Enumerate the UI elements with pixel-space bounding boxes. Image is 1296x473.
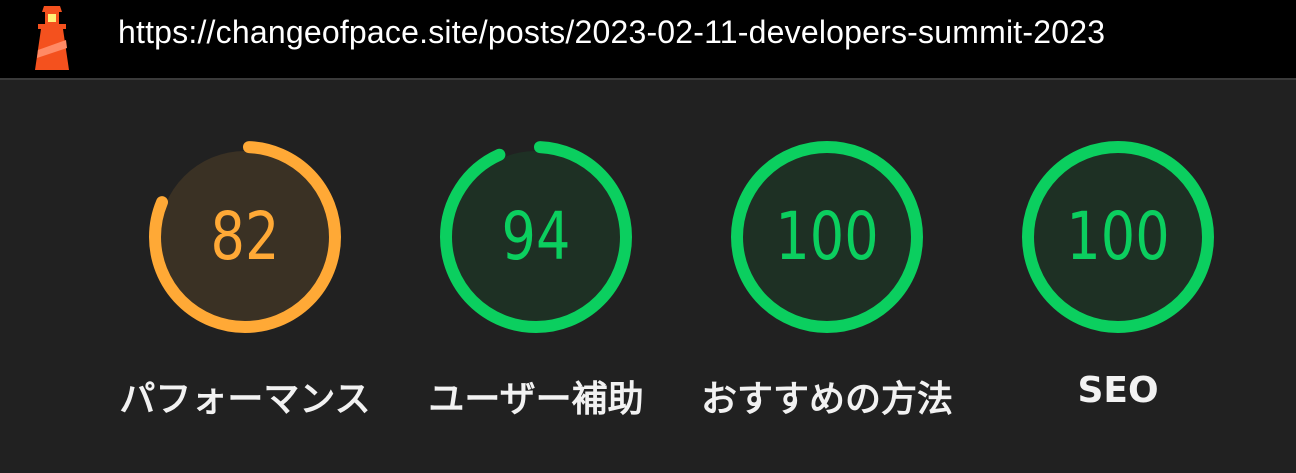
page-url: https://changeofpace.site/posts/2023-02-… [118, 14, 1106, 50]
gauge-score: 82 [210, 198, 280, 275]
gauge-label: パフォーマンス [119, 379, 371, 420]
gauge-seo[interactable]: 100 SEO [988, 80, 1248, 473]
url-bar: https://changeofpace.site/posts/2023-02-… [0, 0, 1296, 80]
gauge-score: 94 [501, 198, 571, 275]
gauge-label: SEO [1077, 370, 1159, 411]
gauge-performance[interactable]: 82 パフォーマンス [115, 80, 375, 473]
gauge-score: 100 [1066, 198, 1170, 275]
gauge-label: ユーザー補助 [428, 379, 644, 420]
gauge-score: 100 [775, 198, 879, 275]
gauge-label: おすすめの方法 [700, 379, 953, 420]
lighthouse-icon [35, 6, 69, 70]
score-gauges: 82 パフォーマンス 94 ユーザー補助 100 おすすめの方法 100 SEO [0, 80, 1296, 473]
gauge-accessibility[interactable]: 94 ユーザー補助 [406, 80, 666, 473]
gauge-best-practices[interactable]: 100 おすすめの方法 [697, 80, 957, 473]
